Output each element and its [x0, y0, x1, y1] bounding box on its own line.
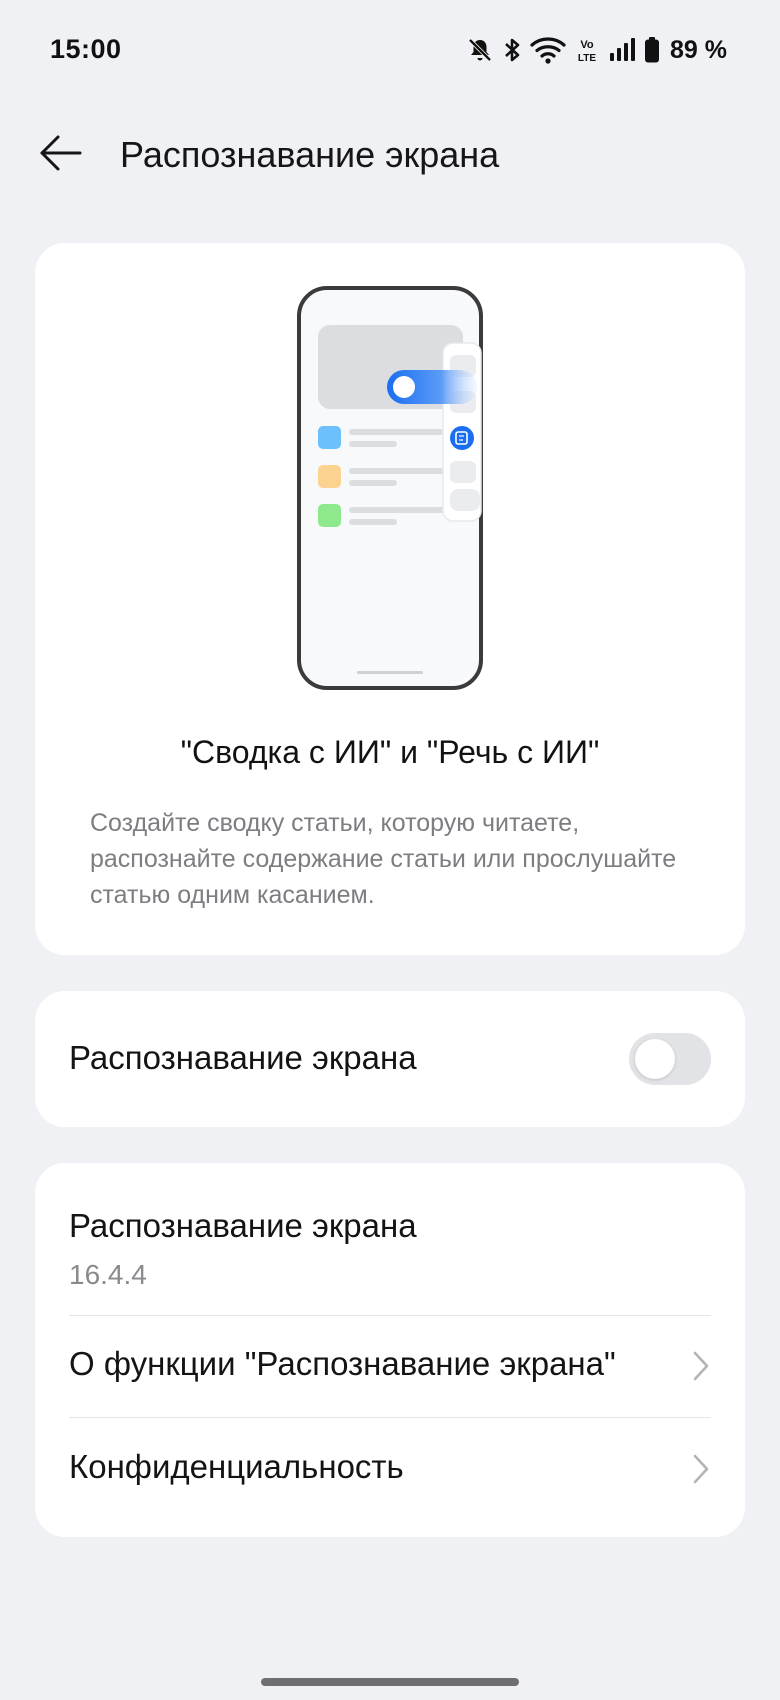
toggle-label: Распознавание экрана	[69, 1039, 417, 1076]
svg-text:LTE: LTE	[578, 53, 596, 64]
about-feature-row[interactable]: О функции "Распознавание экрана"	[35, 1315, 745, 1415]
chevron-right-icon	[691, 1452, 711, 1491]
about-feature-label: О функции "Распознавание экрана"	[69, 1345, 616, 1382]
status-icons: Vo LTE 89 %	[466, 34, 727, 66]
hero-description: Создайте сводку статьи, которую читаете,…	[90, 809, 677, 909]
app-header: Распознавание экрана	[0, 120, 780, 190]
screen-recognition-switch[interactable]	[629, 1033, 711, 1085]
info-card: Распознавание экрана 16.4.4 О функции "Р…	[35, 1163, 745, 1537]
battery-icon	[644, 36, 660, 64]
volte-icon: Vo LTE	[574, 36, 600, 64]
feature-intro-card: "Сводка с ИИ" и "Речь с ИИ" Создайте сво…	[35, 243, 745, 955]
version-value: 16.4.4	[69, 1259, 147, 1290]
signal-icon	[608, 36, 636, 64]
chevron-right-icon	[691, 1349, 711, 1388]
page-title: Распознавание экрана	[120, 134, 500, 175]
wifi-icon	[530, 36, 566, 64]
bluetooth-icon	[502, 36, 522, 64]
svg-text:Vo: Vo	[580, 39, 594, 51]
hero-title: "Сводка с ИИ" и "Речь с ИИ"	[180, 734, 600, 770]
screen-recognition-toggle-row[interactable]: Распознавание экрана	[35, 991, 745, 1127]
status-bar: 15:00 Vo LTE 89 %	[0, 0, 780, 100]
battery-percentage: 89 %	[670, 35, 727, 64]
switch-knob	[635, 1039, 675, 1079]
privacy-label: Конфиденциальность	[69, 1448, 404, 1485]
bell-off-icon	[466, 36, 494, 64]
home-indicator[interactable]	[261, 1678, 519, 1686]
privacy-row[interactable]: Конфиденциальность	[35, 1418, 745, 1518]
version-label: Распознавание экрана	[69, 1207, 417, 1244]
toggle-card: Распознавание экрана	[35, 991, 745, 1127]
status-time: 15:00	[50, 34, 122, 64]
back-button[interactable]	[30, 130, 90, 180]
arrow-left-icon	[36, 133, 84, 178]
